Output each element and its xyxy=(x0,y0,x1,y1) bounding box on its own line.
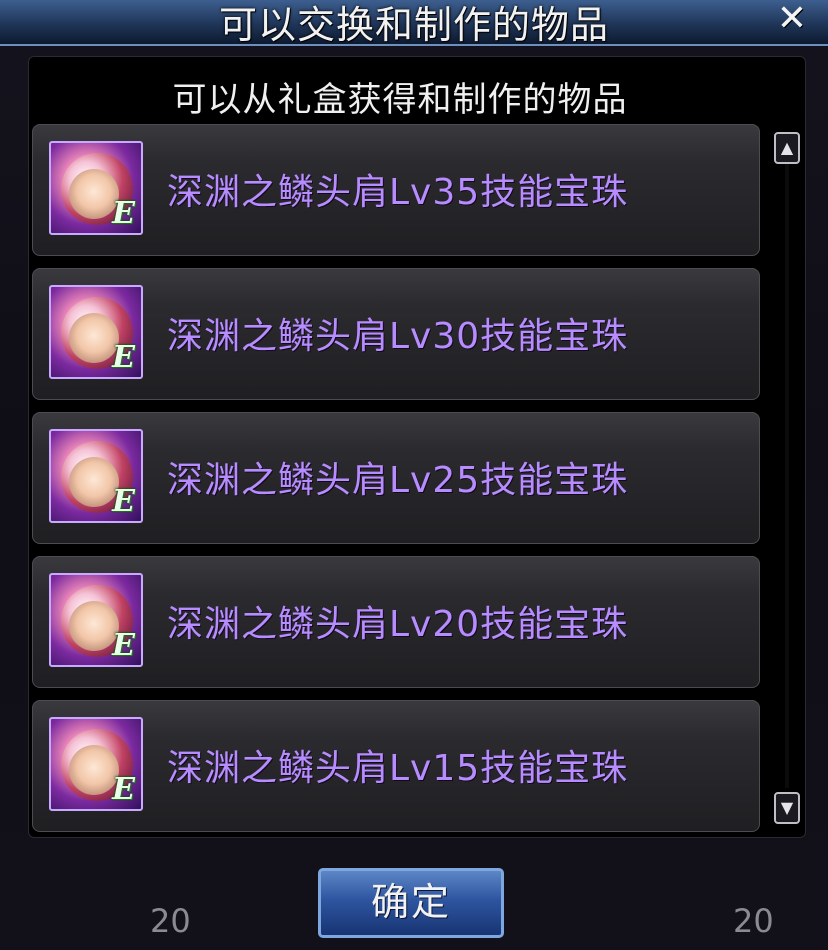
list-item[interactable]: E 深渊之鳞头肩Lv30技能宝珠 xyxy=(32,268,760,400)
character-portrait-icon: E xyxy=(49,573,143,667)
character-portrait-icon: E xyxy=(49,141,143,235)
scroll-track[interactable] xyxy=(785,164,789,788)
e-badge-icon: E xyxy=(112,340,135,375)
list-item[interactable]: E 深渊之鳞头肩Lv35技能宝珠 xyxy=(32,124,760,256)
scroll-up-icon[interactable]: ▲ xyxy=(774,132,800,164)
character-portrait-icon: E xyxy=(49,717,143,811)
list-item[interactable]: E 深渊之鳞头肩Lv20技能宝珠 xyxy=(32,556,760,688)
scroll-down-icon[interactable]: ▼ xyxy=(774,792,800,824)
e-badge-icon: E xyxy=(112,772,135,807)
character-portrait-icon: E xyxy=(49,429,143,523)
background-count: 20 xyxy=(150,902,191,940)
e-badge-icon: E xyxy=(112,196,135,231)
dialog-title: 可以交换和制作的物品 xyxy=(218,3,609,47)
character-portrait-icon: E xyxy=(49,285,143,379)
dialog-title-bar: 可以交换和制作的物品 ✕ xyxy=(0,0,828,47)
close-icon[interactable]: ✕ xyxy=(774,1,810,38)
e-badge-icon: E xyxy=(112,628,135,663)
item-name: 深渊之鳞头肩Lv20技能宝珠 xyxy=(167,604,629,645)
list-item[interactable]: E 深渊之鳞头肩Lv15技能宝珠 xyxy=(32,700,760,832)
panel-subtitle: 可以从礼盒获得和制作的物品 xyxy=(172,80,628,120)
item-name: 深渊之鳞头肩Lv25技能宝珠 xyxy=(167,460,629,501)
item-name: 深渊之鳞头肩Lv35技能宝珠 xyxy=(167,172,629,213)
e-badge-icon: E xyxy=(112,484,135,519)
item-name: 深渊之鳞头肩Lv30技能宝珠 xyxy=(167,316,629,357)
item-name: 深渊之鳞头肩Lv15技能宝珠 xyxy=(167,748,629,789)
list-scrollbar[interactable]: ▲ ▼ xyxy=(772,128,804,828)
list-item[interactable]: E 深渊之鳞头肩Lv25技能宝珠 xyxy=(32,412,760,544)
confirm-button[interactable]: 确定 xyxy=(318,868,504,938)
background-count: 20 xyxy=(733,902,774,940)
